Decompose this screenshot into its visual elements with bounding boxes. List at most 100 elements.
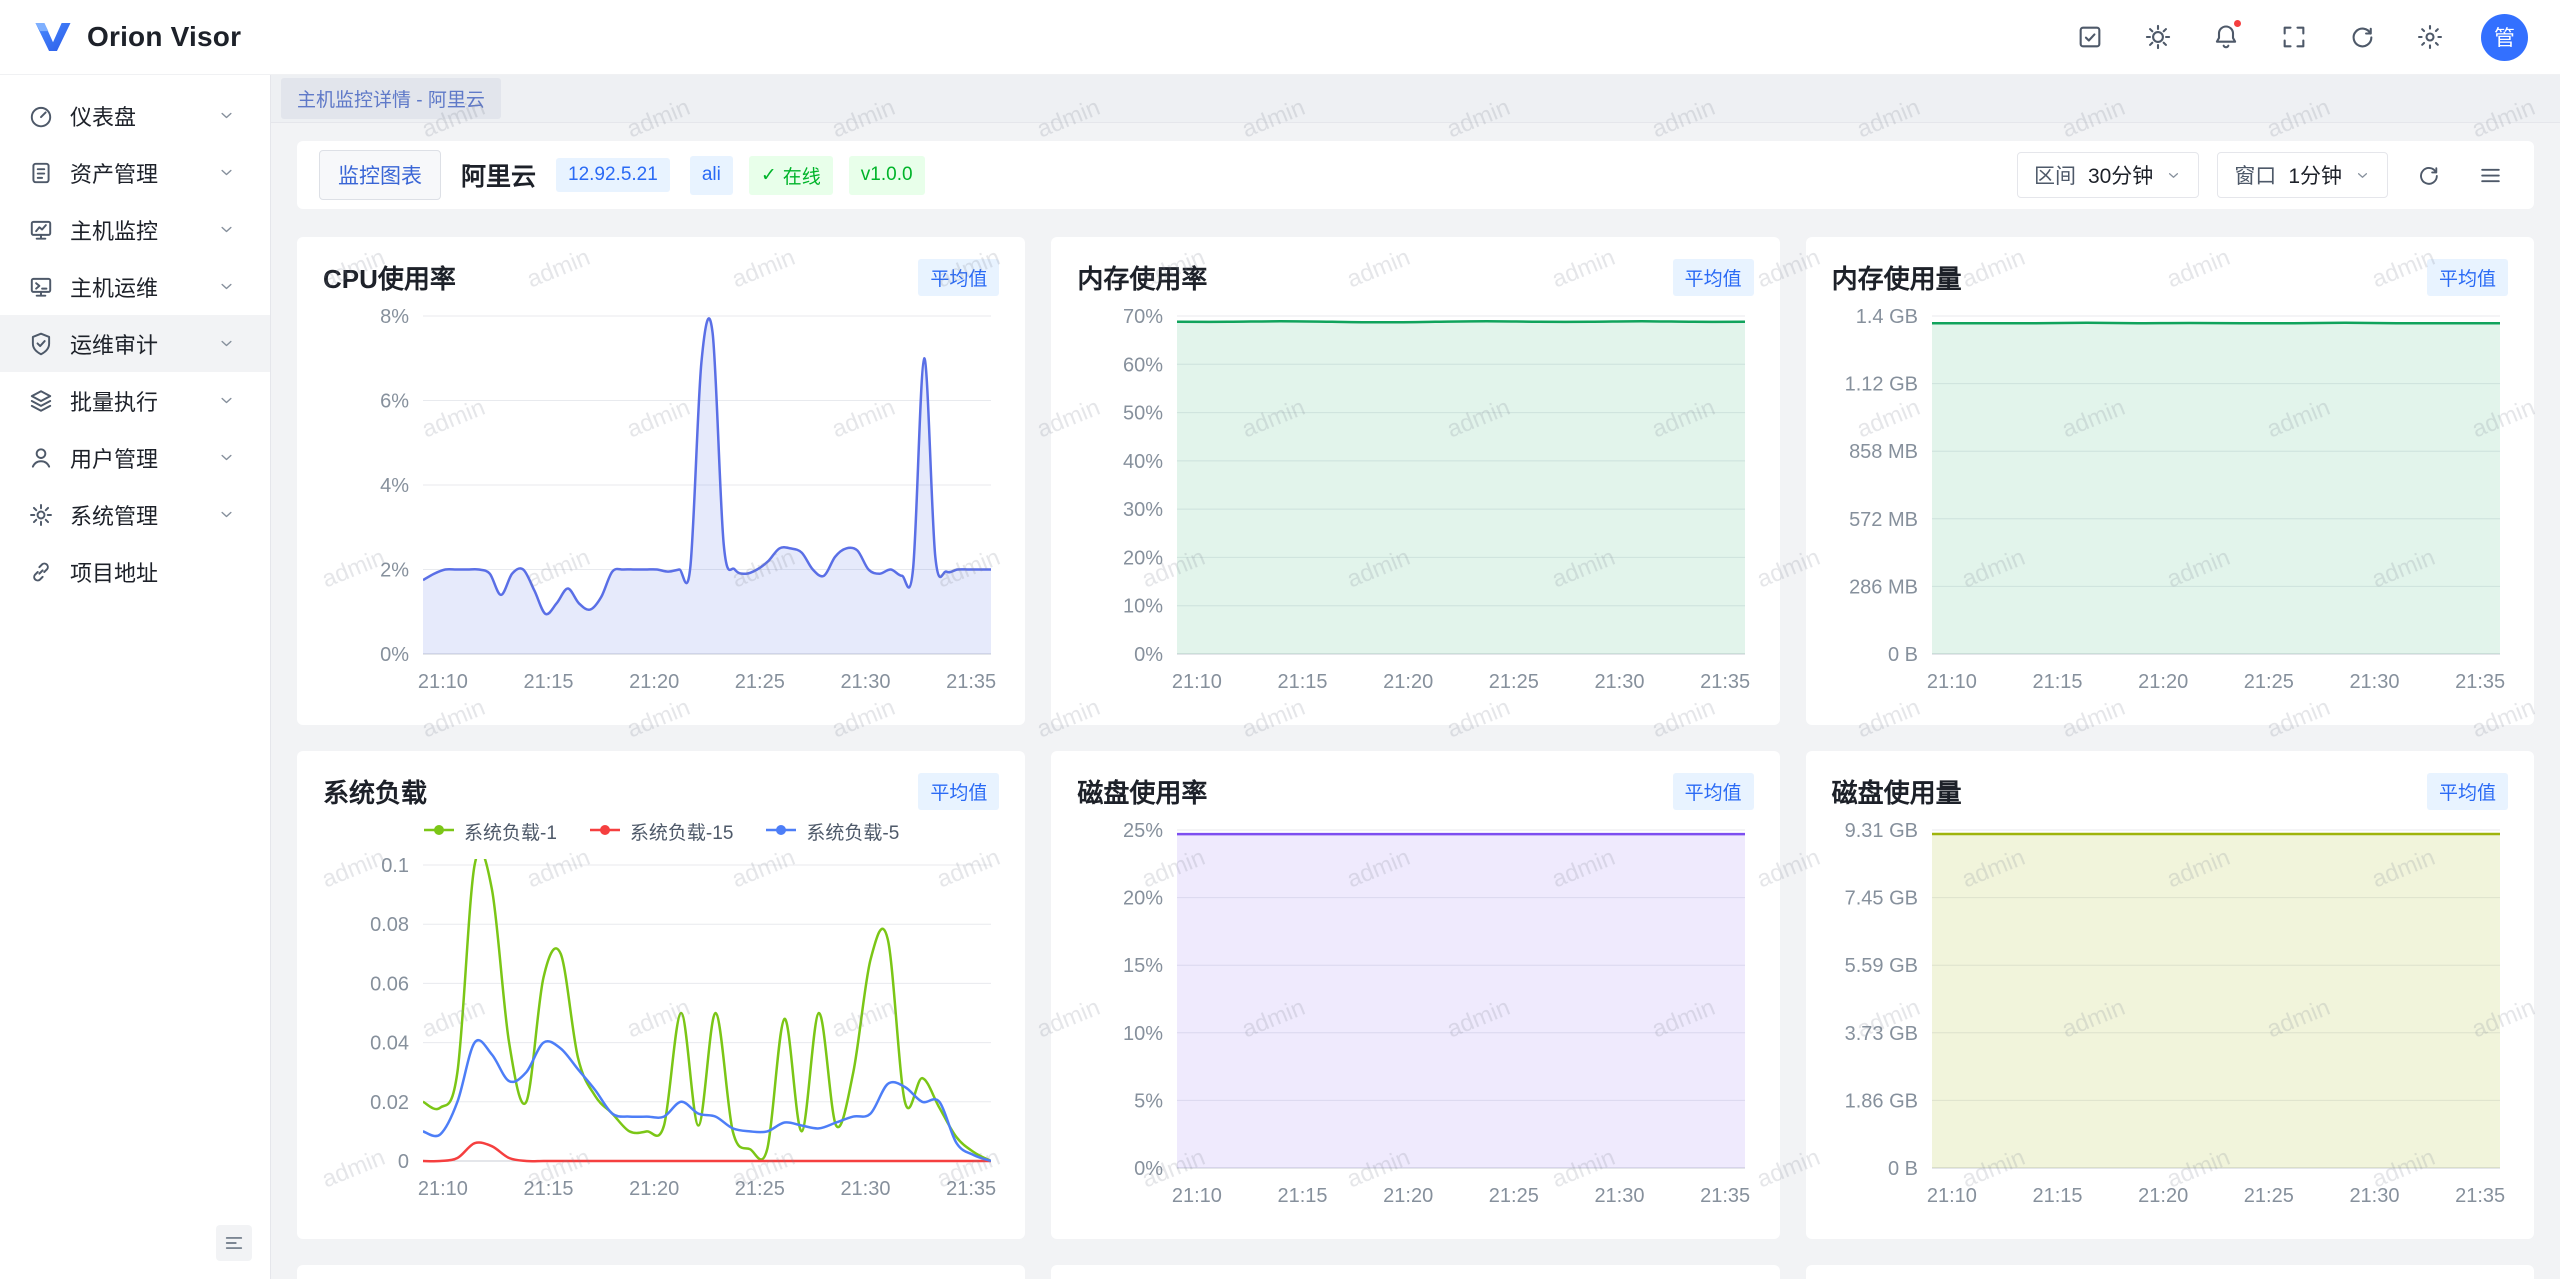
chart-card-partial: [1806, 1265, 2534, 1279]
svg-text:21:10: 21:10: [418, 671, 468, 693]
chart-list-button[interactable]: [2468, 153, 2512, 197]
settings-button[interactable]: [2403, 10, 2457, 64]
svg-text:1.12 GB: 1.12 GB: [1844, 374, 1917, 396]
host-header-card: 监控图表 阿里云 12.92.5.21 ali✓在线v1.0.0 区间 30分钟…: [297, 141, 2534, 209]
sidebar: 仪表盘资产管理主机监控主机运维运维审计批量执行用户管理系统管理项目地址: [0, 75, 271, 1279]
sidebar-item-dashboard[interactable]: 仪表盘: [0, 87, 270, 144]
sidebar-collapse-button[interactable]: [216, 1225, 252, 1261]
check-icon: ✓: [761, 164, 777, 187]
svg-text:5.59 GB: 5.59 GB: [1844, 955, 1917, 977]
average-badge: 平均值: [1673, 773, 1754, 810]
chart-title: 内存使用率: [1077, 259, 1207, 296]
dashboard-icon: [28, 103, 54, 129]
svg-text:21:30: 21:30: [840, 671, 890, 693]
svg-text:21:25: 21:25: [735, 671, 785, 693]
sidebar-item-label: 主机运维: [70, 271, 217, 303]
svg-text:4%: 4%: [380, 475, 409, 497]
chart-area: 25%20%15%10%5%0%21:1021:1521:2021:2521:3…: [1077, 816, 1753, 1212]
users-icon: [28, 445, 54, 471]
tasks-button[interactable]: [2063, 10, 2117, 64]
sidebar-item-audit[interactable]: 运维审计: [0, 315, 270, 372]
chart-area: 8%6%4%2%0%21:1021:1521:2021:2521:3021:35: [323, 302, 999, 698]
avatar[interactable]: 管: [2481, 14, 2528, 61]
chart-area: 1.4 GB1.12 GB858 MB572 MB286 MB0 B21:102…: [1832, 302, 2508, 698]
sidebar-item-label: 系统管理: [70, 499, 217, 531]
svg-text:21:25: 21:25: [2243, 671, 2293, 693]
theme-toggle-icon: [2144, 23, 2172, 51]
average-badge: 平均值: [918, 259, 999, 296]
theme-toggle-button[interactable]: [2131, 10, 2185, 64]
legend-item[interactable]: 系统负载-1: [423, 818, 557, 845]
chart-card-partial: [297, 1265, 1025, 1279]
svg-text:60%: 60%: [1123, 354, 1163, 376]
tab-bar: 主机监控详情 - 阿里云: [271, 75, 2560, 123]
refresh-icon: [2348, 23, 2376, 51]
sidebar-item-label: 仪表盘: [70, 100, 217, 132]
host-ip-tag: 12.92.5.21: [556, 158, 670, 192]
sidebar-item-system[interactable]: 系统管理: [0, 486, 270, 543]
svg-text:21:10: 21:10: [418, 1178, 468, 1200]
sidebar-item-assets[interactable]: 资产管理: [0, 144, 270, 201]
svg-text:21:25: 21:25: [1489, 671, 1539, 693]
sidebar-item-label: 用户管理: [70, 442, 217, 474]
svg-text:21:15: 21:15: [2032, 1185, 2082, 1207]
svg-text:21:35: 21:35: [2455, 1185, 2505, 1207]
svg-text:21:30: 21:30: [2349, 671, 2399, 693]
brand-logo-icon: [32, 16, 74, 58]
sidebar-item-users[interactable]: 用户管理: [0, 429, 270, 486]
chart-card: 磁盘使用量平均值9.31 GB7.45 GB5.59 GB3.73 GB1.86…: [1806, 751, 2534, 1239]
chart-title: 内存使用量: [1832, 259, 1962, 296]
svg-text:21:10: 21:10: [1927, 671, 1977, 693]
chart-plot: 0.10.080.060.040.02021:1021:1521:2021:25…: [323, 851, 999, 1205]
sidebar-item-link[interactable]: 项目地址: [0, 543, 270, 600]
host-tag-text: 在线: [783, 162, 821, 189]
svg-text:21:35: 21:35: [1700, 671, 1750, 693]
average-badge: 平均值: [1673, 259, 1754, 296]
host-tag: ✓ 在线: [749, 156, 833, 195]
svg-text:21:20: 21:20: [1383, 1185, 1433, 1207]
sidebar-item-ops[interactable]: 主机运维: [0, 258, 270, 315]
chart-title: 磁盘使用量: [1832, 773, 1962, 810]
svg-text:21:20: 21:20: [629, 1178, 679, 1200]
chevron-down-icon: [217, 334, 236, 353]
fullscreen-button[interactable]: [2267, 10, 2321, 64]
refresh-charts-button[interactable]: [2406, 153, 2450, 197]
legend-item[interactable]: 系统负载-5: [765, 818, 899, 845]
chart-plot: 8%6%4%2%0%21:1021:1521:2021:2521:3021:35: [323, 302, 999, 698]
refresh-button[interactable]: [2335, 10, 2389, 64]
svg-text:21:35: 21:35: [946, 671, 996, 693]
list-menu-icon: [2478, 163, 2503, 188]
chart-legend: 系统负载-1 系统负载-15 系统负载-5: [323, 818, 999, 845]
host-tags: ali✓在线v1.0.0: [690, 156, 925, 195]
main-area: adminadminadminadminadminadminadminadmin…: [271, 75, 2560, 1279]
notifications-button[interactable]: [2199, 10, 2253, 64]
host-tag-text: v1.0.0: [861, 164, 913, 186]
svg-text:21:30: 21:30: [2349, 1185, 2399, 1207]
legend-label: 系统负载-1: [464, 818, 557, 845]
chevron-down-icon: [2165, 167, 2182, 184]
svg-text:25%: 25%: [1123, 820, 1163, 842]
sidebar-item-batch[interactable]: 批量执行: [0, 372, 270, 429]
legend-label: 系统负载-15: [630, 818, 733, 845]
svg-text:20%: 20%: [1123, 547, 1163, 569]
sidebar-item-label: 项目地址: [70, 556, 252, 588]
interval-select[interactable]: 区间 30分钟: [2017, 152, 2199, 198]
tab-host-monitor-detail[interactable]: 主机监控详情 - 阿里云: [281, 78, 501, 119]
fullscreen-icon: [2280, 23, 2308, 51]
legend-marker-icon: [589, 821, 621, 843]
legend-item[interactable]: 系统负载-15: [589, 818, 733, 845]
host-name: 阿里云: [461, 157, 536, 193]
notification-dot: [2232, 18, 2243, 29]
svg-text:21:10: 21:10: [1172, 671, 1222, 693]
monitor-chart-button[interactable]: 监控图表: [319, 150, 441, 200]
chevron-down-icon: [217, 106, 236, 125]
svg-text:21:25: 21:25: [1489, 1185, 1539, 1207]
window-select[interactable]: 窗口 1分钟: [2217, 152, 2388, 198]
svg-text:2%: 2%: [380, 560, 409, 582]
window-label: 窗口: [2234, 160, 2276, 190]
svg-text:0%: 0%: [1134, 1158, 1163, 1180]
sidebar-item-monitor[interactable]: 主机监控: [0, 201, 270, 258]
svg-text:8%: 8%: [380, 306, 409, 328]
chart-title: 系统负载: [323, 773, 427, 810]
chart-plot: 25%20%15%10%5%0%21:1021:1521:2021:2521:3…: [1077, 816, 1753, 1212]
